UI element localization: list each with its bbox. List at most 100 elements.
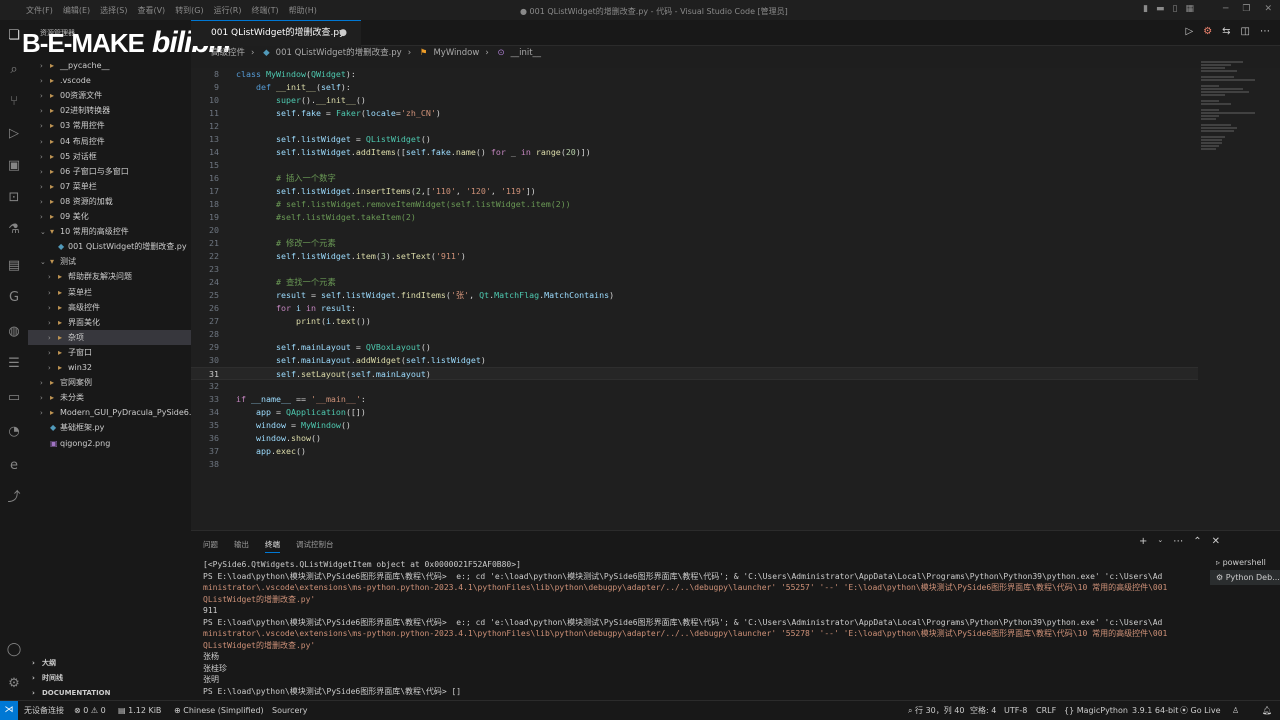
panel-tab[interactable]: 输出 — [234, 539, 249, 553]
menu-item[interactable]: 终端(T) — [251, 5, 278, 16]
file-item[interactable]: ◆ 001 QListWidget的增删改查.py — [28, 239, 191, 254]
folder-item[interactable]: › ▸ 09 美化 — [28, 209, 191, 224]
documentation-section[interactable]: › DOCUMENTATION — [28, 686, 191, 701]
maximize-panel-icon[interactable]: ⌃ — [1193, 536, 1201, 547]
minimap[interactable] — [1201, 60, 1261, 150]
menu-item[interactable]: 选择(S) — [100, 5, 127, 16]
panel-tab[interactable]: 问题 — [203, 539, 218, 553]
more-actions-icon[interactable]: ⋯ — [1260, 26, 1270, 37]
folder-item[interactable]: › ▸ 官网案例 — [28, 375, 191, 390]
debug-icon[interactable]: ⚙ — [1203, 26, 1212, 37]
account-status-icon[interactable]: ♙ — [1232, 701, 1239, 720]
cursor-position[interactable]: ⌕ 行 30，列 40 — [908, 701, 964, 720]
sourcery-status[interactable]: Sourcery — [272, 701, 308, 720]
eol-status[interactable]: CRLF — [1036, 701, 1056, 720]
folder-item[interactable]: › ▸ 03 常用控件 — [28, 118, 191, 133]
encoding-status[interactable]: UTF-8 — [1004, 701, 1027, 720]
outline-icon[interactable]: ☰ — [6, 356, 22, 372]
breadcrumb-item[interactable]: 001 QListWidget的增删改查.py — [276, 48, 402, 58]
notifications-icon[interactable]: 🔔︎ — [1262, 701, 1272, 720]
folder-item[interactable]: › ▸ win32 — [28, 360, 191, 375]
remote-icon[interactable]: ⋊ — [0, 701, 18, 720]
compare-icon[interactable]: ⇆ — [1222, 26, 1230, 37]
remote-explorer-icon[interactable]: ⊡ — [6, 190, 22, 206]
minimize-icon[interactable]: ─ — [1223, 4, 1228, 14]
language-mode[interactable]: {} MagicPython — [1064, 701, 1128, 720]
menu-item[interactable]: 文件(F) — [26, 5, 53, 16]
golive-status[interactable]: ⦿ Go Live — [1180, 701, 1221, 720]
search-icon[interactable]: ⌕ — [6, 62, 22, 78]
source-control-icon[interactable]: ⑂ — [6, 94, 22, 110]
unsaved-dot-icon[interactable]: ● — [339, 21, 347, 45]
folder-icon[interactable]: ▭ — [6, 390, 22, 406]
folder-item[interactable]: › ▸ 08 资源的加载 — [28, 194, 191, 209]
toggle-panel-icon[interactable]: ▬ — [1156, 4, 1165, 14]
toggle-sidebar-icon[interactable]: ▮ — [1143, 4, 1148, 14]
folder-item[interactable]: › ▸ 05 对话框 — [28, 149, 191, 164]
folder-item[interactable]: ⌄ ▾ 10 常用的高级控件 — [28, 224, 191, 239]
tab-active-file[interactable]: 001 QListWidget的增删改查.py ● — [191, 20, 361, 46]
toggle-secondary-sidebar-icon[interactable]: ▯ — [1173, 4, 1178, 14]
device-connection[interactable]: 无设备连接 — [24, 701, 64, 720]
folder-item[interactable]: ⌄ ▾ 测试 — [28, 254, 191, 269]
folder-item[interactable]: › ▸ 杂项 — [28, 329, 191, 345]
breadcrumb-item[interactable]: MyWindow — [433, 48, 479, 58]
timer-icon[interactable]: ◔ — [6, 424, 22, 440]
folder-item[interactable]: › ▸ __pycache__ — [28, 58, 191, 73]
menu-item[interactable]: 运行(R) — [214, 5, 242, 16]
docker-icon[interactable]: ▤ — [6, 258, 22, 274]
outline-section[interactable]: › 大纲 — [28, 656, 191, 671]
folder-item[interactable]: › ▸ 帮助群友解决问题 — [28, 269, 191, 284]
terminal-dropdown-icon[interactable]: ⌄ — [1157, 536, 1163, 547]
customize-layout-icon[interactable]: ▦ — [1185, 4, 1194, 14]
testing-icon[interactable]: ⚗ — [6, 222, 22, 238]
folder-item[interactable]: › ▸ 高级控件 — [28, 300, 191, 315]
settings-gear-icon[interactable]: ⚙ — [6, 676, 22, 692]
breadcrumb-item[interactable]: __init__ — [511, 48, 541, 58]
interpreter-status[interactable]: 3.9.1 64-bit — [1132, 701, 1178, 720]
deploy-icon[interactable]: ⤴ — [6, 490, 22, 506]
edge-icon[interactable]: e — [6, 458, 22, 474]
close-panel-icon[interactable]: ✕ — [1212, 536, 1220, 547]
folder-item[interactable]: › ▸ 02进制转换器 — [28, 103, 191, 118]
menu-item[interactable]: 转到(G) — [175, 5, 203, 16]
restore-icon[interactable]: ❐ — [1242, 4, 1250, 14]
file-item[interactable]: ▣ qigong2.png — [28, 436, 191, 451]
folder-item[interactable]: › ▸ 00资源文件 — [28, 88, 191, 103]
new-terminal-icon[interactable]: + — [1139, 536, 1147, 547]
folder-item[interactable]: › ▸ 未分类 — [28, 390, 191, 405]
indentation-status[interactable]: 空格: 4 — [970, 701, 996, 720]
menu-item[interactable]: 查看(V) — [137, 5, 165, 16]
run-debug-icon[interactable]: ▷ — [6, 126, 22, 142]
timeline-section[interactable]: › 时间线 — [28, 671, 191, 686]
code-editor[interactable]: 8 class MyWindow(QWidget): 9 def __init__… — [191, 61, 1280, 530]
terminal-item-python-debug[interactable]: ⚙ Python Deb... — [1210, 570, 1280, 585]
file-item[interactable]: ◆ 基础框架.py — [28, 420, 191, 435]
gitlens-icon[interactable]: G — [6, 290, 22, 306]
run-icon[interactable]: ▷ — [1185, 26, 1193, 37]
more-icon[interactable]: ⋯ — [1173, 536, 1183, 547]
language-pack-status[interactable]: ⊕ Chinese (Simplified) — [174, 701, 264, 720]
folder-item[interactable]: › ▸ 06 子窗口与多窗口 — [28, 164, 191, 179]
panel-tab[interactable]: 终端 — [265, 539, 280, 553]
explorer-icon[interactable]: ❏ — [6, 28, 22, 44]
folder-item[interactable]: › ▸ 菜单栏 — [28, 285, 191, 300]
close-icon[interactable]: ✕ — [1264, 4, 1272, 14]
copilot-icon[interactable]: ◍ — [6, 324, 22, 340]
folder-item[interactable]: › ▸ 子窗口 — [28, 345, 191, 360]
folder-item[interactable]: › ▸ Modern_GUI_PyDracula_PySide6... — [28, 405, 197, 420]
account-icon[interactable]: ◯ — [6, 642, 22, 658]
problems-status[interactable]: ⊗ 0 ⚠ 0 — [74, 701, 106, 720]
panel-tab[interactable]: 调试控制台 — [296, 539, 334, 553]
extensions-icon[interactable]: ▣ — [6, 158, 22, 174]
folder-item[interactable]: › ▸ 07 菜单栏 — [28, 179, 191, 194]
menu-item[interactable]: 帮助(H) — [289, 5, 317, 16]
folder-item[interactable]: › ▸ .vscode — [28, 73, 191, 88]
terminal-output[interactable]: [<PySide6.QtWidgets.QListWidgetItem obje… — [203, 559, 1193, 697]
breadcrumb-item[interactable]: 高级控件 — [211, 48, 245, 58]
folder-item[interactable]: › ▸ 04 布局控件 — [28, 134, 191, 149]
menu-item[interactable]: 编辑(E) — [63, 5, 90, 16]
folder-item[interactable]: › ▸ 界面美化 — [28, 315, 191, 330]
terminal-item-powershell[interactable]: ▹ powershell — [1210, 555, 1280, 570]
split-editor-icon[interactable]: ◫ — [1241, 26, 1250, 37]
